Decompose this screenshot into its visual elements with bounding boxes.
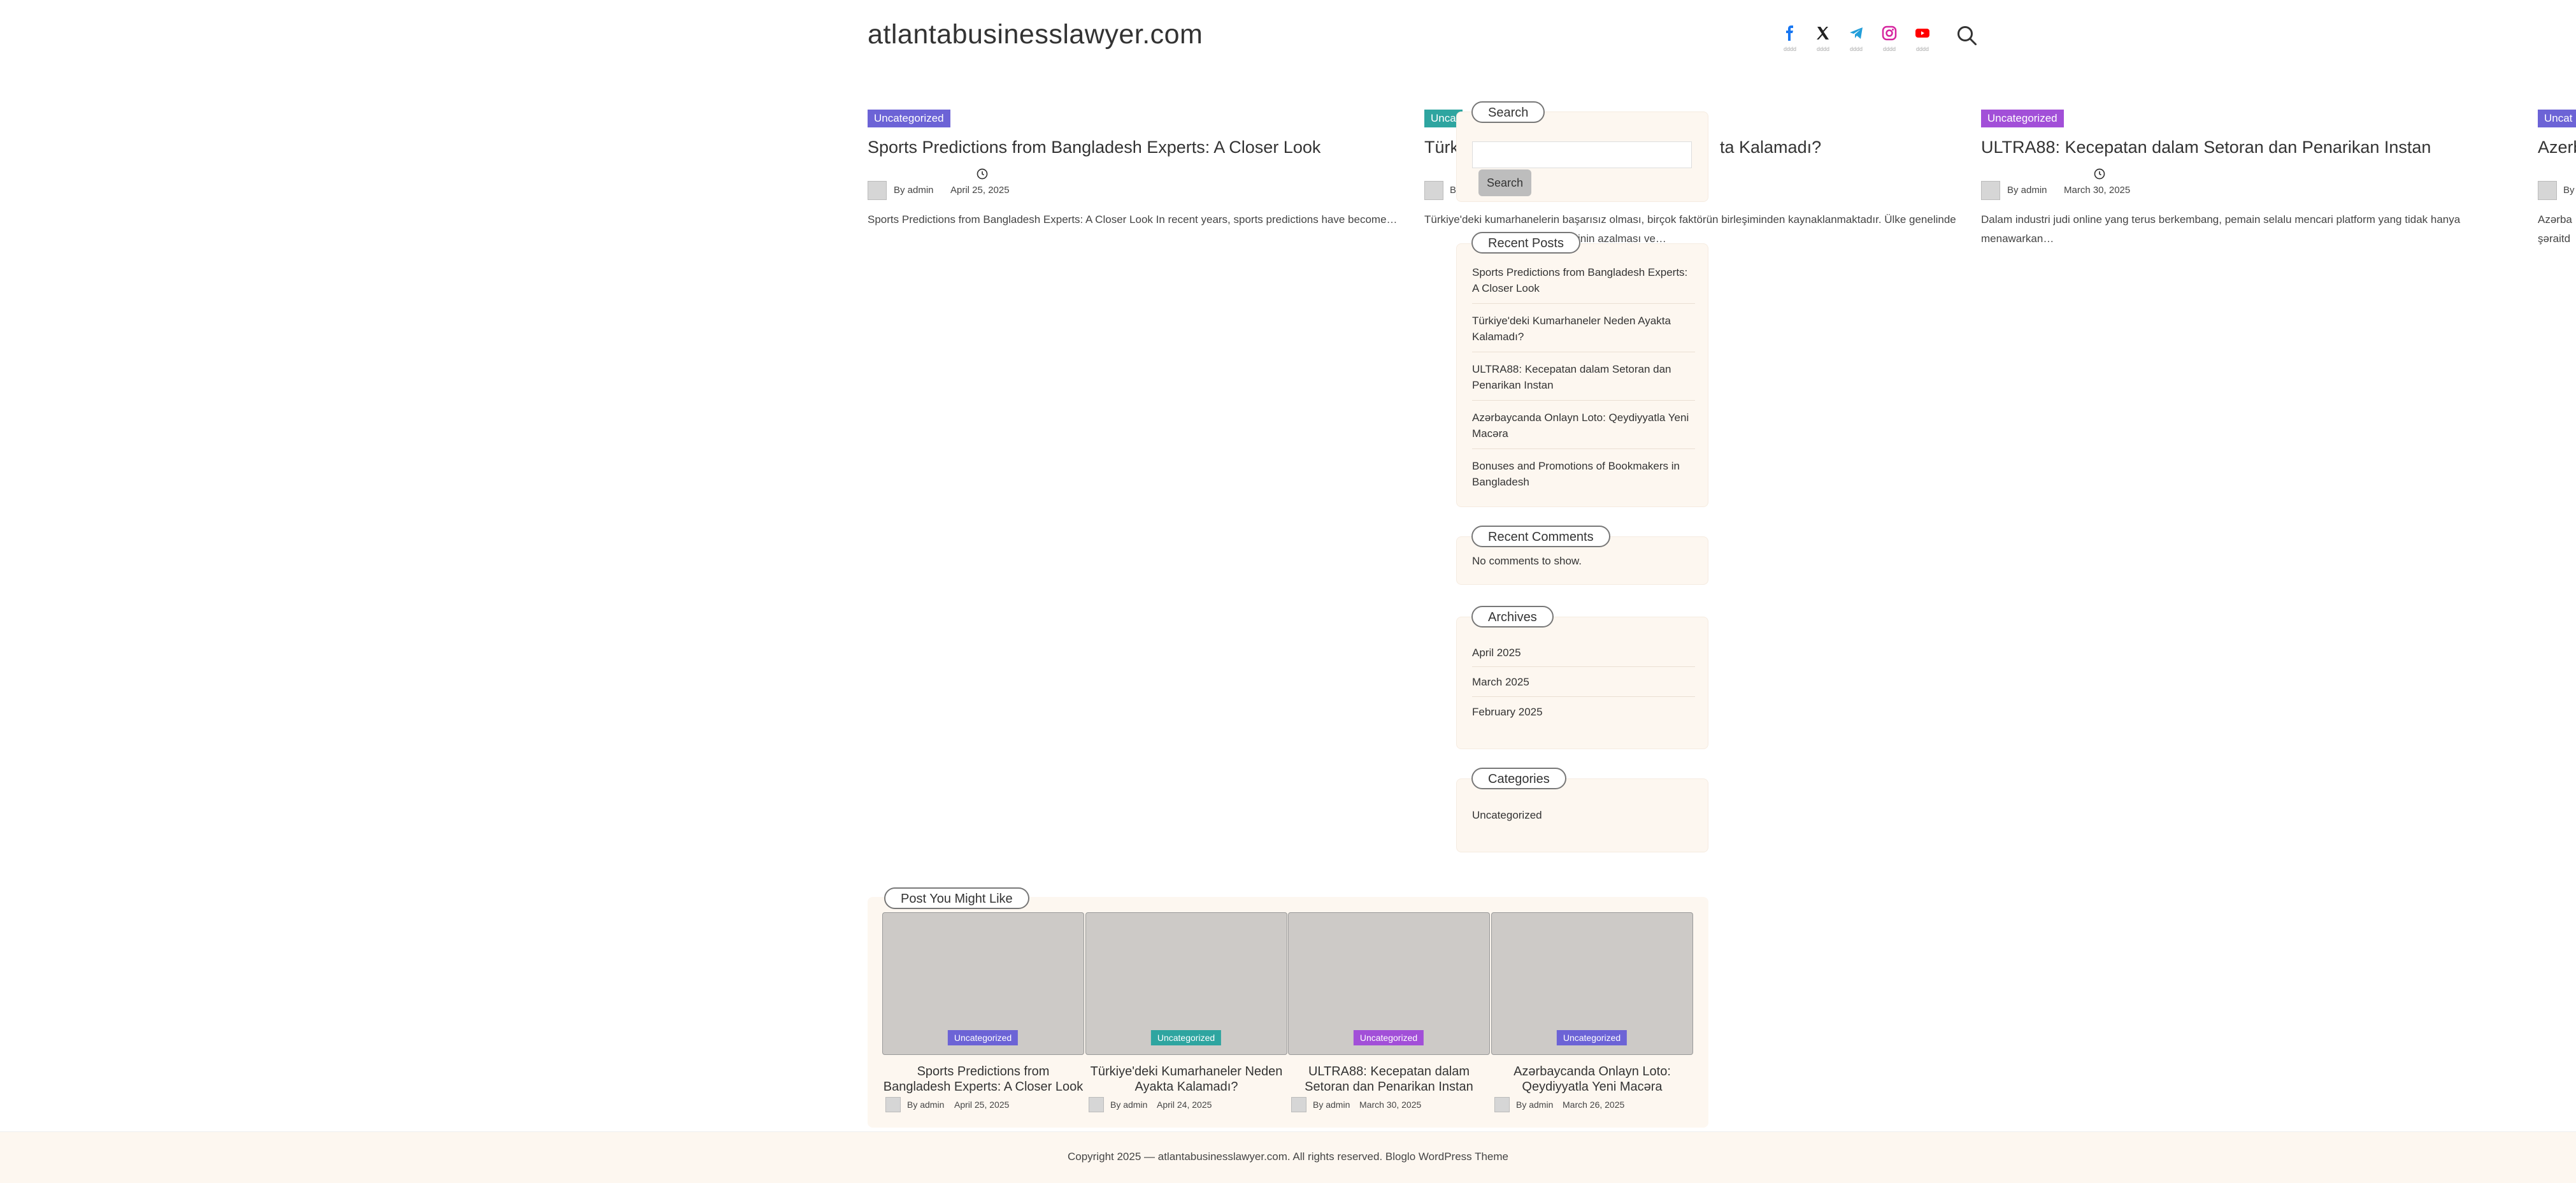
social-label: dddd (1783, 46, 1797, 52)
search-widget-title: Search (1471, 101, 1545, 123)
social-label: dddd (1816, 46, 1830, 52)
search-submit-button[interactable]: Search (1478, 169, 1531, 196)
divider (1472, 696, 1695, 697)
divider (1472, 448, 1695, 449)
x-icon (1810, 25, 1836, 45)
related-post-date[interactable]: March 30, 2025 (1359, 1100, 1421, 1110)
related-post-author[interactable]: By admin (1313, 1100, 1350, 1110)
recent-post-link[interactable]: ULTRA88: Kecepatan dalam Setoran dan Pen… (1472, 361, 1695, 393)
youtube-link[interactable]: dddd (1910, 25, 1935, 57)
clock-icon (976, 168, 989, 180)
categories-title: Categories (1471, 768, 1566, 789)
avatar[interactable] (868, 181, 887, 200)
post-date[interactable]: April 25, 2025 (950, 185, 1010, 196)
recent-comments-title: Recent Comments (1471, 526, 1610, 547)
social-label: dddd (1882, 46, 1896, 52)
category-badge[interactable]: Uncategorized (1981, 110, 2064, 127)
social-label: dddd (1915, 46, 1929, 52)
related-post-date[interactable]: March 26, 2025 (1563, 1100, 1624, 1110)
recent-post-link[interactable]: Türkiye'deki Kumarhaneler Neden Ayakta K… (1472, 313, 1695, 345)
avatar[interactable] (1291, 1097, 1306, 1112)
post-title[interactable]: Sports Predictions from Bangladesh Exper… (868, 138, 1320, 157)
divider (1472, 666, 1695, 667)
archive-link[interactable]: February 2025 (1472, 704, 1695, 720)
post-excerpt: Sports Predictions from Bangladesh Exper… (868, 213, 1398, 226)
avatar[interactable] (1981, 181, 2000, 200)
category-badge[interactable]: Uncategorized (947, 1030, 1019, 1045)
related-post-author[interactable]: By admin (1516, 1100, 1553, 1110)
divider (1472, 400, 1695, 401)
avatar[interactable] (1494, 1097, 1510, 1112)
related-post-title[interactable]: Azərbaycanda Onlayn Loto: Qeydiyyatla Ye… (1491, 1064, 1693, 1094)
post-excerpt: şəraitd (2538, 233, 2571, 245)
youtube-icon (1910, 25, 1935, 45)
post-title[interactable]: Türk (1424, 138, 1459, 157)
post-title[interactable]: ULTRA88: Kecepatan dalam Setoran dan Pen… (1981, 138, 2431, 157)
instagram-link[interactable]: dddd (1877, 25, 1902, 57)
header-search-button[interactable] (1956, 24, 1979, 47)
category-link[interactable]: Uncategorized (1472, 807, 1695, 823)
avatar[interactable] (885, 1097, 901, 1112)
post-title-tail[interactable]: ta Kalamadı? (1720, 138, 1821, 157)
footer-copyright: Copyright 2025 — atlantabusinesslawyer.c… (1068, 1151, 1508, 1163)
post-author[interactable]: B (1450, 185, 1456, 196)
site-title[interactable]: atlantabusinesslawyer.com (868, 19, 1203, 50)
post-excerpt: Dalam industri judi online yang terus be… (1981, 213, 2461, 245)
category-badge[interactable]: Uncat (2538, 110, 2576, 127)
divider (1472, 303, 1695, 304)
category-badge[interactable]: Uncategorized (1556, 1030, 1628, 1045)
recent-post-link[interactable]: Azərbaycanda Onlayn Loto: Qeydiyyatla Ye… (1472, 410, 1695, 441)
related-post-date[interactable]: April 25, 2025 (954, 1100, 1009, 1110)
related-post-title[interactable]: Sports Predictions from Bangladesh Exper… (882, 1064, 1084, 1094)
archive-link[interactable]: March 2025 (1472, 674, 1695, 690)
related-posts-title: Post You Might Like (884, 887, 1029, 909)
related-post-date[interactable]: April 24, 2025 (1157, 1100, 1212, 1110)
x-link[interactable]: dddd (1810, 25, 1836, 57)
category-badge[interactable]: Uncategorized (868, 110, 950, 127)
archives-title: Archives (1471, 606, 1554, 627)
telegram-link[interactable]: dddd (1843, 25, 1869, 57)
archive-link[interactable]: April 2025 (1472, 645, 1695, 661)
recent-post-link[interactable]: Sports Predictions from Bangladesh Exper… (1472, 264, 1695, 296)
instagram-icon (1877, 25, 1902, 45)
search-icon (1957, 26, 1977, 45)
facebook-link[interactable]: dddd (1777, 25, 1803, 57)
related-post-author[interactable]: By admin (1110, 1100, 1147, 1110)
social-label: dddd (1849, 46, 1863, 52)
no-comments-text: No comments to show. (1472, 555, 1582, 567)
post-excerpt: Azərba (2538, 213, 2572, 226)
related-post-title[interactable]: Türkiye'deki Kumarhaneler Neden Ayakta K… (1085, 1064, 1287, 1094)
facebook-icon (1777, 25, 1803, 45)
related-post-author[interactable]: By admin (907, 1100, 944, 1110)
post-author[interactable]: By admin (894, 185, 934, 196)
recent-posts-title: Recent Posts (1471, 232, 1580, 254)
category-badge[interactable]: Uncategorized (1353, 1030, 1424, 1045)
post-author[interactable]: By admin (2007, 185, 2047, 196)
post-author[interactable]: By (2563, 185, 2575, 196)
avatar[interactable] (1424, 181, 1443, 200)
recent-post-link[interactable]: Bonuses and Promotions of Bookmakers in … (1472, 458, 1695, 490)
related-post-title[interactable]: ULTRA88: Kecepatan dalam Setoran dan Pen… (1288, 1064, 1490, 1094)
post-excerpt: Türkiye'deki kumarhanelerin başarısız ol… (1424, 213, 1956, 226)
search-input[interactable] (1472, 141, 1692, 168)
post-title[interactable]: Azerb (2538, 138, 2576, 157)
clock-icon (2093, 168, 2106, 180)
avatar[interactable] (1089, 1097, 1104, 1112)
avatar[interactable] (2538, 181, 2557, 200)
category-badge[interactable]: Uncategorized (1150, 1030, 1222, 1045)
post-date[interactable]: March 30, 2025 (2064, 185, 2130, 196)
telegram-icon (1843, 25, 1869, 45)
